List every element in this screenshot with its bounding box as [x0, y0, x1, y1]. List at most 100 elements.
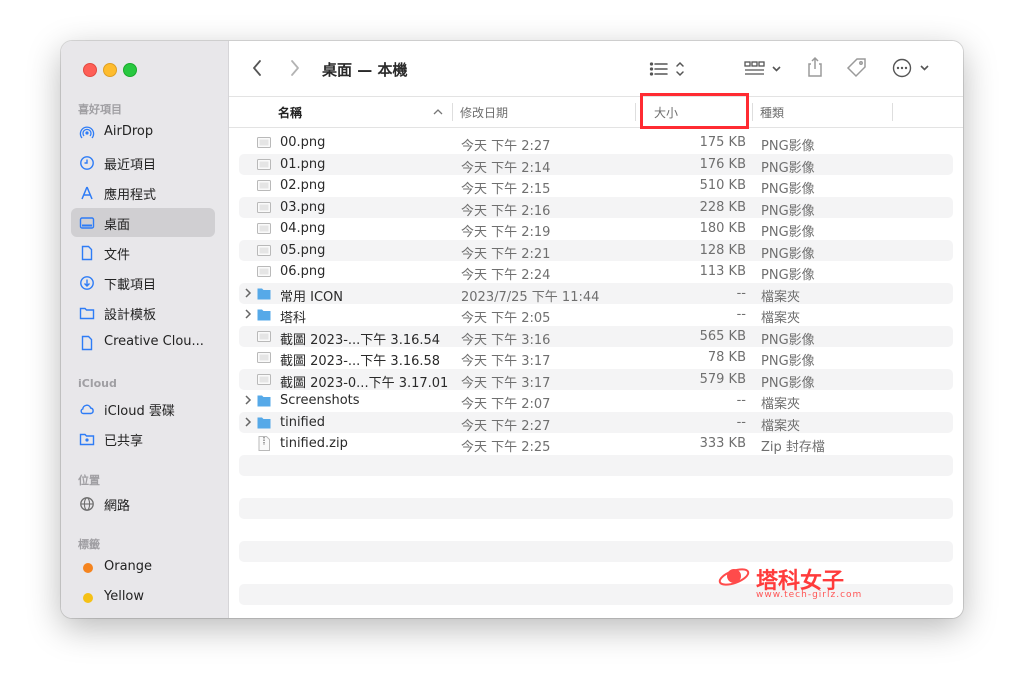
sidebar-item-icloud-drive[interactable]: iCloud 雲碟: [71, 394, 215, 423]
share-icon[interactable]: [806, 56, 824, 78]
table-row[interactable]: 06.png 今天 下午 2:24 113 KB PNG影像: [239, 261, 953, 283]
column-divider[interactable]: [752, 103, 753, 121]
table-row[interactable]: 05.png 今天 下午 2:21 128 KB PNG影像: [239, 239, 953, 262]
file-list: 00.png 今天 下午 2:27 175 KB PNG影像 01.png 今天 下午 2…: [239, 132, 953, 605]
image-file-icon: [257, 137, 271, 148]
column-header-date[interactable]: 修改日期: [460, 104, 508, 121]
folder-icon: [257, 395, 271, 407]
disclosure-triangle-icon[interactable]: [244, 416, 252, 428]
column-header-name[interactable]: 名稱: [278, 104, 302, 121]
back-button[interactable]: [251, 59, 263, 77]
sidebar-item-shared[interactable]: 已共享: [71, 424, 215, 453]
file-kind: PNG影像: [761, 160, 815, 176]
table-row[interactable]: tinified.zip 今天 下午 2:25 333 KB Zip 封存檔: [239, 433, 953, 455]
empty-row: [239, 519, 953, 541]
file-date: 今天 下午 2:27: [461, 418, 551, 434]
disclosure-triangle-icon[interactable]: [244, 308, 252, 320]
airdrop-icon: [79, 126, 95, 139]
file-name: 塔科: [280, 311, 307, 326]
zoom-window-button[interactable]: [123, 63, 137, 77]
disclosure-triangle-icon[interactable]: [244, 394, 252, 406]
sidebar-item-network[interactable]: 網路: [71, 489, 215, 518]
table-row[interactable]: 04.png 今天 下午 2:19 180 KB PNG影像: [239, 218, 953, 240]
table-row[interactable]: 截圖 2023-0...下午 3.17.01 今天 下午 3:17 579 KB PN…: [239, 368, 953, 391]
table-row[interactable]: 截圖 2023-...下午 3.16.54 今天 下午 3:16 565 KB PNG…: [239, 325, 953, 348]
file-kind: Zip 封存檔: [761, 440, 825, 455]
file-kind: 檔案夾: [761, 418, 801, 434]
file-date: 今天 下午 2:21: [461, 246, 551, 262]
desktop-icon: [79, 217, 95, 229]
sidebar-item-label: 下載項目: [104, 278, 157, 293]
tag-icon[interactable]: [846, 57, 868, 79]
locations-header: 位置: [78, 474, 100, 487]
watermark-url: www.tech-girlz.com: [756, 590, 863, 600]
minimize-window-button[interactable]: [103, 63, 117, 77]
list-view-button[interactable]: [649, 60, 689, 78]
sidebar-item-airdrop[interactable]: AirDrop: [71, 118, 215, 147]
sidebar-item-design-templates[interactable]: 設計模板: [71, 298, 215, 327]
sidebar-item-tag-yellow[interactable]: Yellow: [71, 583, 215, 612]
toolbar: 桌面 — 本機: [229, 41, 963, 96]
empty-row: [239, 540, 953, 562]
empty-row: [239, 454, 953, 476]
image-file-icon: [257, 373, 271, 385]
table-row[interactable]: 常用 ICON 2023/7/25 下午 11:44 -- 檔案夾: [239, 282, 953, 305]
file-size: 128 KB: [699, 242, 746, 258]
sidebar-item-label: 桌面: [104, 218, 131, 233]
image-file-icon: [257, 223, 271, 234]
sidebar-item-label: 已共享: [104, 434, 144, 449]
table-row[interactable]: 00.png 今天 下午 2:27 175 KB PNG影像: [239, 132, 953, 154]
folder-icon: [79, 307, 95, 320]
table-row[interactable]: Screenshots 今天 下午 2:07 -- 檔案夾: [239, 390, 953, 412]
file-size: 510 KB: [699, 178, 746, 193]
file-name: 05.png: [280, 242, 326, 258]
column-divider[interactable]: [635, 103, 636, 121]
file-size: 180 KB: [699, 221, 746, 236]
table-row[interactable]: 02.png 今天 下午 2:15 510 KB PNG影像: [239, 175, 953, 197]
file-size: 579 KB: [699, 371, 746, 387]
sidebar-item-recents[interactable]: 最近項目: [71, 148, 215, 177]
table-row[interactable]: 塔科 今天 下午 2:05 -- 檔案夾: [239, 304, 953, 326]
image-file-icon: [257, 352, 271, 363]
file-name: 01.png: [280, 156, 326, 172]
sidebar-item-desktop[interactable]: 桌面: [71, 208, 215, 237]
applications-icon: [81, 186, 93, 200]
close-window-button[interactable]: [83, 63, 97, 77]
file-kind: PNG影像: [761, 225, 815, 240]
file-name: 06.png: [280, 264, 326, 279]
file-size: 78 KB: [707, 350, 746, 365]
sidebar-item-label: 設計模板: [104, 308, 157, 323]
image-file-icon: [257, 158, 271, 170]
table-row[interactable]: 01.png 今天 下午 2:14 176 KB PNG影像: [239, 153, 953, 176]
table-row[interactable]: tinified 今天 下午 2:27 -- 檔案夾: [239, 411, 953, 434]
image-file-icon: [257, 330, 271, 342]
sidebar-item-label: AirDrop: [104, 124, 154, 139]
shared-folder-icon: [79, 433, 95, 446]
file-size: --: [736, 307, 746, 322]
file-kind: PNG影像: [761, 203, 815, 219]
column-header-kind[interactable]: 種類: [760, 104, 784, 121]
file-kind: PNG影像: [761, 268, 815, 283]
file-date: 今天 下午 2:24: [461, 268, 551, 283]
file-size: 176 KB: [699, 156, 746, 172]
sidebar-item-label: Yellow: [104, 589, 145, 604]
sidebar-item-tag-orange[interactable]: Orange: [71, 553, 215, 582]
disclosure-triangle-icon[interactable]: [244, 287, 252, 299]
file-name: tinified: [280, 414, 325, 430]
table-row[interactable]: 03.png 今天 下午 2:16 228 KB PNG影像: [239, 196, 953, 219]
sidebar-item-creative-cloud[interactable]: Creative Clou...: [71, 328, 215, 357]
sidebar-item-documents[interactable]: 文件: [71, 238, 215, 267]
table-row[interactable]: 截圖 2023-...下午 3.16.58 今天 下午 3:17 78 KB PNG影…: [239, 347, 953, 369]
group-by-button[interactable]: [744, 60, 786, 78]
sort-ascending-icon: [433, 109, 443, 115]
column-header-bar: 名稱 修改日期 大小 種類: [229, 96, 963, 128]
orange-tag-icon: [83, 563, 93, 573]
more-actions-button[interactable]: [891, 57, 933, 79]
sidebar-item-downloads[interactable]: 下載項目: [71, 268, 215, 297]
cloud-icon: [80, 404, 94, 415]
file-kind: PNG影像: [761, 182, 815, 197]
sidebar-item-applications[interactable]: 應用程式: [71, 178, 215, 207]
column-divider[interactable]: [892, 103, 893, 121]
column-divider[interactable]: [452, 103, 453, 121]
forward-button[interactable]: [289, 59, 301, 77]
